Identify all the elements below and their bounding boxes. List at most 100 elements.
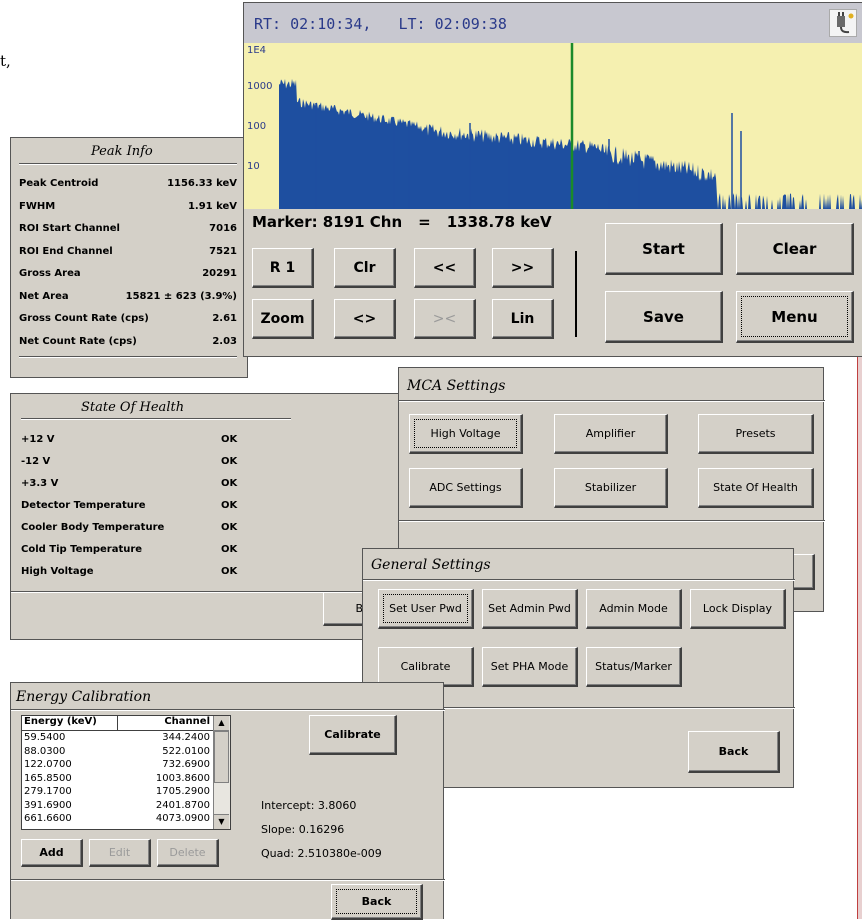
- power-plug-icon: [829, 9, 857, 37]
- channel-cell: 2401.8700: [155, 799, 210, 811]
- set-admin-pwd-button[interactable]: Set Admin Pwd: [482, 589, 578, 629]
- amplifier-button[interactable]: Amplifier: [554, 414, 668, 454]
- start-button[interactable]: Start: [605, 223, 723, 275]
- presets-button[interactable]: Presets: [698, 414, 814, 454]
- y-tick-label: 10: [247, 161, 260, 172]
- marker-channel: Marker: 8191 Chn: [252, 213, 403, 231]
- vertical-divider: [575, 251, 577, 337]
- channel-cell: 522.0100: [162, 745, 210, 757]
- lock-display-button[interactable]: Lock Display: [690, 589, 786, 629]
- set-user-pwd-button[interactable]: Set User Pwd: [378, 589, 474, 629]
- next-button[interactable]: >>: [492, 248, 554, 288]
- table-row[interactable]: 165.8500 1003.8600: [22, 772, 214, 786]
- soh-row-status: OK: [221, 456, 238, 467]
- y-tick-label: 1000: [247, 81, 272, 92]
- add-button[interactable]: Add: [21, 839, 83, 867]
- expand-button[interactable]: <>: [334, 299, 396, 339]
- table-row[interactable]: 88.0300 522.0100: [22, 745, 214, 759]
- clear-button[interactable]: Clear: [736, 223, 854, 275]
- peak-row-label: Net Count Rate (cps): [19, 335, 137, 347]
- scroll-up-icon[interactable]: ▲: [214, 716, 229, 731]
- peak-row-label: ROI Start Channel: [19, 223, 120, 234]
- window-title: General Settings: [371, 557, 491, 573]
- spectrum-window: RT: 02:10:34, LT: 02:09:38 1E4 1000 100 10 …: [243, 2, 862, 357]
- peak-row-label: Gross Count Rate (cps): [19, 313, 149, 324]
- table-row[interactable]: 59.5400 344.2400: [22, 731, 214, 745]
- previous-button[interactable]: <<: [414, 248, 476, 288]
- soh-row-label: +3.3 V: [21, 478, 59, 489]
- time-readout: RT: 02:10:34, LT: 02:09:38: [254, 15, 507, 33]
- background-edge: [857, 330, 862, 919]
- zoom-button[interactable]: Zoom: [252, 299, 314, 339]
- edit-button[interactable]: Edit: [89, 839, 151, 867]
- peak-row-label: Gross Area: [19, 268, 81, 279]
- window-title: Peak Info: [91, 144, 153, 159]
- region-r1-button[interactable]: R 1: [252, 248, 314, 288]
- table-row[interactable]: 122.0700 732.6900: [22, 758, 214, 772]
- peak-row-value: 1.91 keV: [187, 200, 237, 212]
- scroll-thumb[interactable]: [214, 731, 229, 783]
- soh-row-status: OK: [221, 500, 238, 511]
- calibration-table[interactable]: Energy (keV) Channel 59.5400 344.2400 88.0…: [21, 715, 231, 830]
- energy-cell: 165.8500: [24, 772, 72, 784]
- channel-cell: 4073.0900: [155, 813, 210, 824]
- general-back-button[interactable]: Back: [688, 731, 780, 773]
- adc-settings-button[interactable]: ADC Settings: [409, 468, 523, 508]
- spectrum-plot[interactable]: 1E4 1000 100 10: [244, 43, 862, 209]
- spectrum-chart[interactable]: 1E4 1000 100 10: [244, 43, 862, 209]
- soh-row-label: Cooler Body Temperature: [21, 522, 165, 533]
- scroll-down-icon[interactable]: ▼: [214, 814, 229, 829]
- soh-row-label: High Voltage: [21, 566, 94, 577]
- peak-info-window: Peak Info Peak Centroid 1156.33 keV FWHM 1.…: [10, 137, 248, 378]
- soh-row-status: OK: [221, 544, 238, 555]
- channel-cell: 344.2400: [162, 732, 210, 743]
- window-title: Energy Calibration: [16, 689, 152, 705]
- mca-back-button-partial[interactable]: [791, 554, 815, 590]
- peak-row-label: FWHM: [19, 200, 56, 212]
- peak-row-value: 20291: [202, 268, 237, 279]
- energy-back-button[interactable]: Back: [331, 884, 423, 920]
- quad-value: Quad: 2.510380e-009: [261, 847, 382, 860]
- column-header-energy[interactable]: Energy (keV): [22, 716, 118, 730]
- peak-row-label: Net Area: [19, 290, 69, 302]
- marker-equals: =: [418, 213, 431, 231]
- set-pha-mode-button[interactable]: Set PHA Mode: [482, 647, 578, 687]
- channel-cell: 1003.8600: [155, 772, 210, 784]
- marker-energy: 1338.78 keV: [446, 213, 552, 231]
- table-row[interactable]: 391.6900 2401.8700: [22, 799, 214, 813]
- energy-calibration-window: Energy Calibration Energy (keV) Channel …: [10, 682, 445, 920]
- peak-row-label: ROI End Channel: [19, 245, 113, 257]
- save-button[interactable]: Save: [605, 291, 723, 343]
- soh-row-label: -12 V: [21, 456, 51, 467]
- table-scrollbar[interactable]: ▲ ▼: [213, 716, 230, 829]
- window-title: MCA Settings: [407, 378, 506, 394]
- energy-cell: 391.6900: [24, 799, 72, 811]
- delete-button[interactable]: Delete: [157, 839, 219, 867]
- soh-row-status: OK: [221, 566, 238, 577]
- energy-calibrate-button[interactable]: Calibrate: [309, 715, 397, 755]
- high-voltage-button[interactable]: High Voltage: [409, 414, 523, 454]
- shrink-button[interactable]: ><: [414, 299, 476, 339]
- clr-button[interactable]: Clr: [334, 248, 396, 288]
- menu-button[interactable]: Menu: [736, 291, 854, 343]
- calibrate-settings-button[interactable]: Calibrate: [378, 647, 474, 687]
- table-row[interactable]: 661.6600 4073.0900: [22, 812, 214, 826]
- energy-cell: 88.0300: [24, 745, 66, 757]
- state-of-health-window: State Of Health +12 V OK -12 V OK +3.3 V OK De…: [10, 393, 403, 640]
- peak-row-value: 15821 ± 623 (3.9%): [125, 290, 237, 302]
- channel-cell: 732.6900: [162, 759, 210, 770]
- state-of-health-button[interactable]: State Of Health: [698, 468, 814, 508]
- energy-cell: 122.0700: [24, 759, 72, 770]
- peak-row-value: 2.61: [212, 313, 237, 324]
- admin-mode-button[interactable]: Admin Mode: [586, 589, 682, 629]
- status-marker-button[interactable]: Status/Marker: [586, 647, 682, 687]
- peak-row-value: 2.03: [212, 335, 237, 347]
- channel-cell: 1705.2900: [155, 786, 210, 797]
- intercept-value: Intercept: 3.8060: [261, 799, 357, 812]
- table-row[interactable]: 279.1700 1705.2900: [22, 785, 214, 799]
- stabilizer-button[interactable]: Stabilizer: [554, 468, 668, 508]
- energy-cell: 279.1700: [24, 786, 72, 797]
- lin-button[interactable]: Lin: [492, 299, 554, 339]
- y-tick-label: 1E4: [247, 45, 266, 56]
- column-header-channel[interactable]: Channel: [118, 716, 214, 730]
